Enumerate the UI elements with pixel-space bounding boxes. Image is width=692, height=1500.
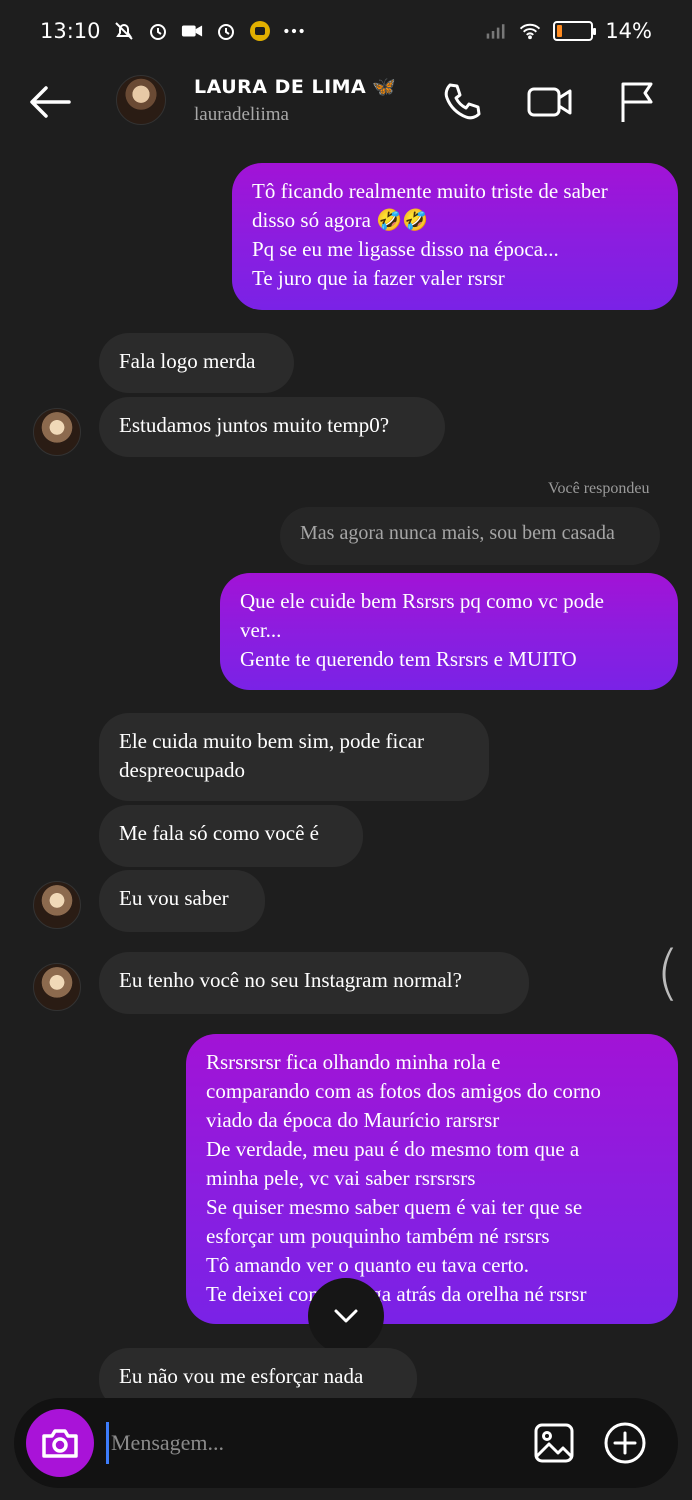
battery-percent: 14% (605, 19, 652, 43)
video-record-icon (181, 20, 203, 42)
quoted-message[interactable]: Mas agora nunca mais, sou bem casada (280, 507, 660, 565)
camera-button[interactable] (26, 1409, 94, 1477)
bell-off-icon (113, 20, 135, 42)
app-notification-icon (249, 20, 271, 42)
add-more-button[interactable] (601, 1419, 649, 1467)
incoming-message[interactable]: Eu vou saber (99, 870, 265, 932)
incoming-message[interactable]: Eu tenho você no seu Instagram normal? (99, 952, 529, 1014)
message-composer (14, 1398, 678, 1488)
more-dots-icon (283, 20, 305, 42)
voice-call-button[interactable] (438, 78, 486, 126)
status-time: 13:10 (40, 19, 101, 43)
outgoing-message[interactable]: Tô ficando realmente muito triste de sab… (232, 163, 678, 310)
incoming-message[interactable]: Fala logo merda (99, 333, 294, 393)
status-bar: 13:10 14% (0, 0, 692, 62)
report-button[interactable] (612, 78, 660, 126)
scroll-to-bottom-button[interactable] (308, 1278, 384, 1354)
sender-avatar[interactable] (33, 408, 81, 456)
chevron-down-icon (334, 1309, 358, 1323)
butterfly-emoji: 🦋 (372, 76, 397, 98)
signal-icon (485, 20, 507, 42)
flag-icon (621, 82, 653, 122)
back-button[interactable] (26, 78, 74, 126)
scroll-edge-indicator: ( (656, 938, 680, 1008)
contact-avatar[interactable] (116, 75, 166, 125)
reply-label: Você respondeu (548, 480, 650, 497)
arrow-left-icon (30, 86, 71, 118)
gallery-button[interactable] (530, 1419, 578, 1467)
camera-icon (42, 1429, 78, 1458)
video-camera-icon (527, 87, 572, 117)
incoming-message[interactable]: Estudamos juntos muito temp0? (99, 397, 445, 457)
outgoing-message[interactable]: Que ele cuide bem Rsrsrs pq como vc pode… (220, 573, 678, 690)
alarm-icon (147, 20, 169, 42)
phone-icon (444, 83, 481, 120)
contact-username[interactable]: lauradeliima (194, 104, 289, 126)
contact-name-text: LAURA DE LIMA (194, 76, 367, 98)
incoming-message[interactable]: Ele cuida muito bem sim, pode ficar desp… (99, 713, 489, 801)
video-call-button[interactable] (526, 78, 574, 126)
incoming-message[interactable]: Me fala só como você é (99, 805, 363, 867)
sender-avatar[interactable] (33, 963, 81, 1011)
plus-circle-icon (604, 1422, 646, 1464)
sender-avatar[interactable] (33, 881, 81, 929)
wifi-icon (519, 20, 541, 42)
outgoing-message[interactable]: Rsrsrsrsr fica olhando minha rola e comp… (186, 1034, 678, 1324)
image-icon (534, 1423, 574, 1463)
contact-name[interactable]: LAURA DE LIMA 🦋 (194, 75, 396, 98)
alarm-icon (215, 20, 237, 42)
battery-icon (553, 21, 597, 41)
message-input[interactable] (106, 1422, 506, 1464)
battery-fill (557, 25, 563, 37)
chat-header: LAURA DE LIMA 🦋 lauradeliima (0, 62, 692, 140)
